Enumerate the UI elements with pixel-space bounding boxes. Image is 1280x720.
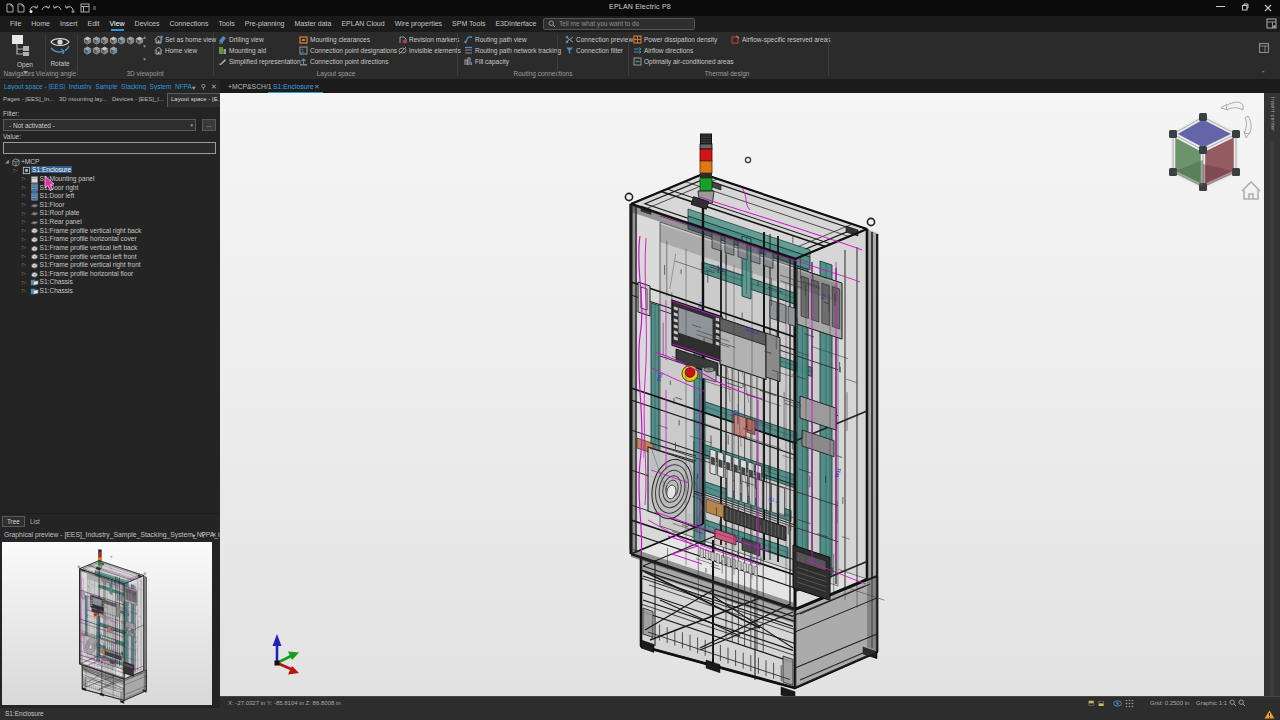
svg-text:1: 1 <box>301 48 305 54</box>
